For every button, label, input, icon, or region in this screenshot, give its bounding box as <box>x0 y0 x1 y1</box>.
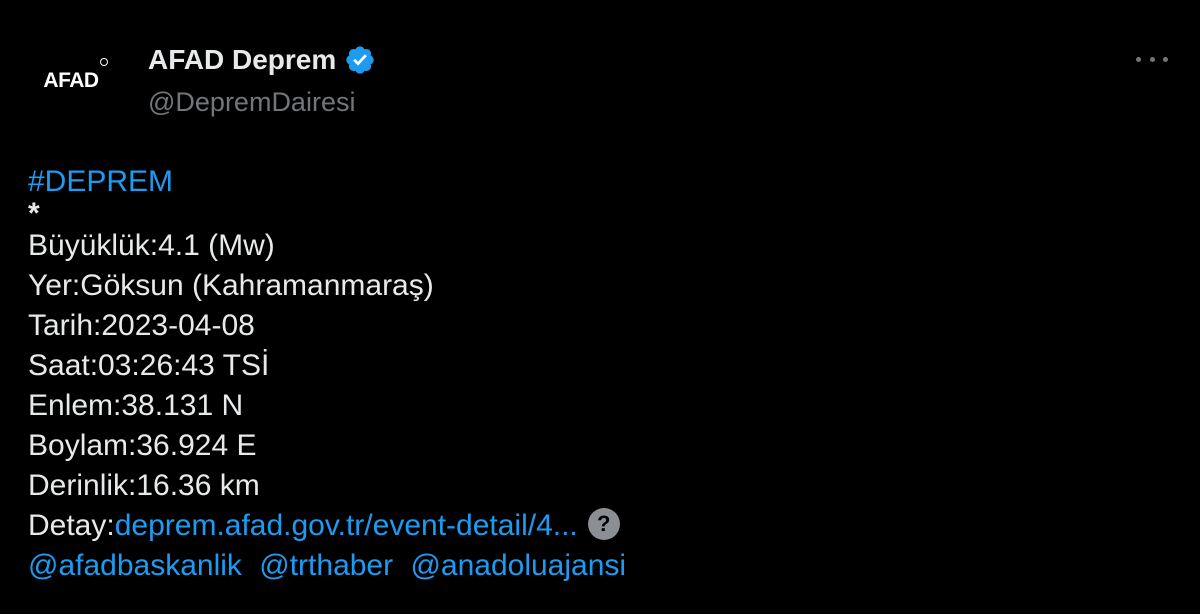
dot-icon <box>1136 56 1141 62</box>
mention-link[interactable]: @afadbaskanlik <box>28 549 242 582</box>
detail-line: Detay:deprem.afad.gov.tr/event-detail/4.… <box>28 506 1168 546</box>
verified-badge-icon <box>346 46 374 74</box>
hashtag-link[interactable]: #DEPREM <box>28 165 173 198</box>
time-line: Saat:03:26:43 TSİ <box>28 349 270 382</box>
magnitude-line: Büyüklük:4.1 (Mw) <box>28 229 275 262</box>
separator: * <box>28 197 40 230</box>
tweet-text: #DEPREM * Büyüklük:4.1 (Mw) Yer:Göksun (… <box>28 162 1168 586</box>
author-display-name[interactable]: AFAD Deprem <box>148 40 336 80</box>
author-name-row: AFAD Deprem <box>148 40 376 80</box>
author-handle[interactable]: @DepremDairesi <box>148 84 355 120</box>
date-line: Tarih:2023-04-08 <box>28 309 255 342</box>
location-line: Yer:Göksun (Kahramanmaraş) <box>28 269 434 302</box>
latitude-line: Enlem:38.131 N <box>28 389 244 422</box>
detail-link[interactable]: deprem.afad.gov.tr/event-detail/4... <box>115 509 578 542</box>
mention-link[interactable]: @anadoluajansi <box>410 549 626 582</box>
mentions-line: @afadbaskanlik @trthaber @anadoluajansi <box>28 546 1168 586</box>
detail-label: Detay: <box>28 509 115 542</box>
registered-mark-icon <box>100 58 108 66</box>
avatar[interactable]: AFAD <box>28 42 114 128</box>
help-circle-icon[interactable]: ? <box>587 508 620 541</box>
depth-line: Derinlik:16.36 km <box>28 469 260 502</box>
more-options-icon[interactable] <box>1132 44 1172 74</box>
dot-icon <box>1163 56 1168 62</box>
avatar-logo-text: AFAD <box>43 69 99 92</box>
mention-link[interactable]: @trthaber <box>259 549 393 582</box>
longitude-line: Boylam:36.924 E <box>28 429 257 462</box>
dot-icon <box>1149 56 1155 62</box>
